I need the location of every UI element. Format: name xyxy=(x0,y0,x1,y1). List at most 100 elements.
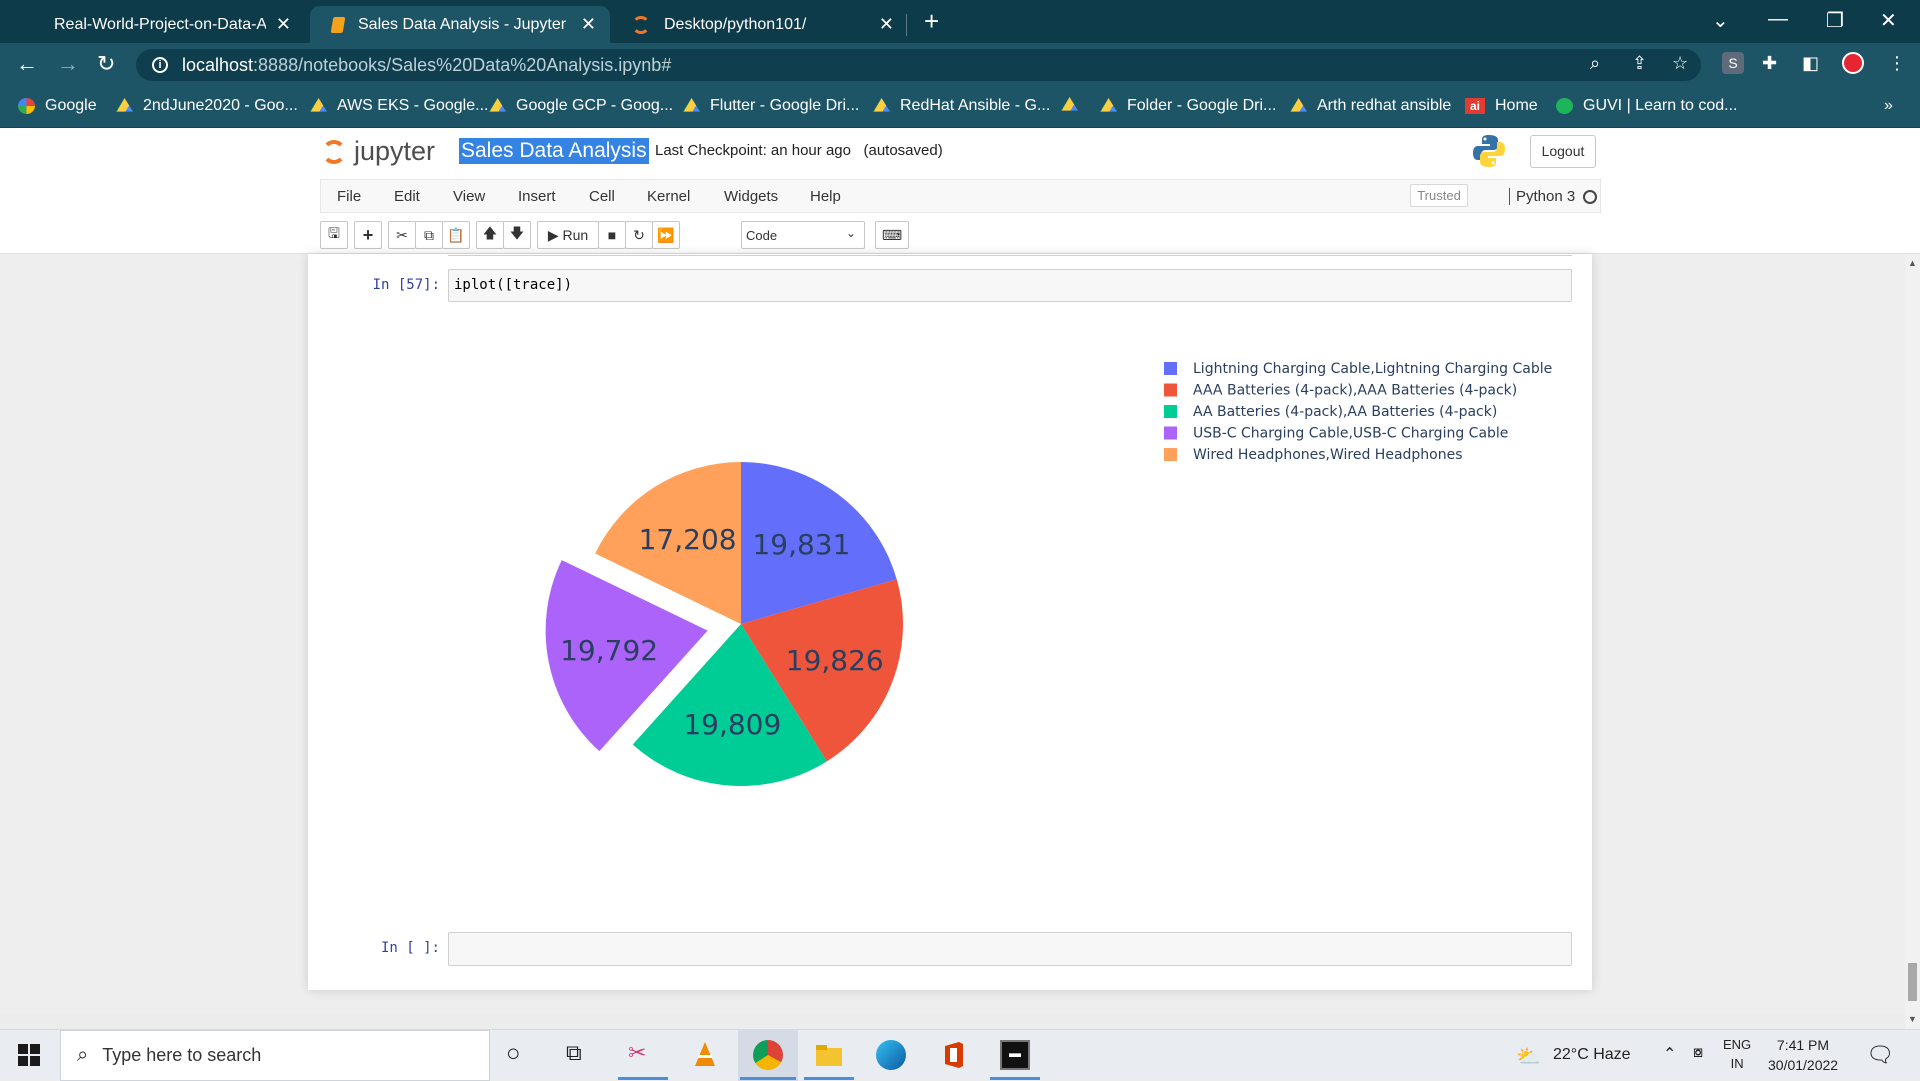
office-icon[interactable] xyxy=(939,1040,969,1070)
bookmark-arth-redhat[interactable]: Arth redhat ansible xyxy=(1290,97,1451,115)
menu-cell[interactable]: Cell xyxy=(589,188,615,205)
close-tab-icon[interactable]: ✕ xyxy=(581,14,596,35)
page-scrollbar[interactable]: ▲ ▼ xyxy=(1905,254,1920,1029)
back-icon[interactable]: ← xyxy=(16,51,38,77)
bookmark-guvi[interactable]: GUVI | Learn to cod... xyxy=(1556,97,1737,115)
share-icon[interactable]: ⇪ xyxy=(1632,53,1647,74)
legend-entry[interactable]: AAA Batteries (4-pack),AAA Batteries (4-… xyxy=(1193,383,1517,399)
weather-text[interactable]: 22°C Haze xyxy=(1553,1046,1631,1064)
zoom-icon[interactable]: ⌕ xyxy=(1590,53,1600,74)
snipping-tool-icon[interactable]: ✂ xyxy=(628,1040,658,1070)
pie-slice-label: 17,208 xyxy=(639,523,737,556)
chrome-icon[interactable] xyxy=(753,1040,783,1070)
scroll-up-icon[interactable]: ▲ xyxy=(1908,258,1917,268)
bookmark-google[interactable]: Google xyxy=(18,97,97,115)
legend-entry[interactable]: Wired Headphones,Wired Headphones xyxy=(1193,447,1463,463)
weather-icon[interactable]: ⛅ xyxy=(1516,1044,1541,1069)
bookmark-redhat-ansible[interactable]: RedHat Ansible - G... xyxy=(873,97,1050,115)
legend-entry[interactable]: USB-C Charging Cable,USB-C Charging Cabl… xyxy=(1193,426,1508,442)
interrupt-icon[interactable]: ■ xyxy=(598,221,626,249)
scroll-thumb[interactable] xyxy=(1908,963,1917,1001)
close-tab-icon[interactable]: ✕ xyxy=(276,14,291,35)
insert-cell-icon[interactable]: + xyxy=(354,221,382,249)
legend-entry[interactable]: AA Batteries (4-pack),AA Batteries (4-pa… xyxy=(1193,404,1497,420)
profile-extension-s[interactable]: S xyxy=(1722,52,1744,74)
taskbar-search[interactable]: ⌕ Type here to search xyxy=(60,1030,490,1081)
more-bookmarks-icon[interactable]: » xyxy=(1884,97,1893,115)
bookmark-folder[interactable]: Folder - Google Dri... xyxy=(1100,97,1276,115)
cell-type-select[interactable]: Code ⌄ xyxy=(741,221,865,249)
cut-icon[interactable]: ✂ xyxy=(388,221,416,249)
new-tab-button[interactable]: + xyxy=(924,6,939,37)
trusted-indicator[interactable]: Trusted xyxy=(1410,184,1468,207)
tab-desktop-python101[interactable]: Desktop/python101/ ✕ xyxy=(610,6,908,43)
edge-icon[interactable] xyxy=(876,1040,906,1070)
close-window-icon[interactable]: ✕ xyxy=(1880,8,1897,33)
vlc-icon[interactable] xyxy=(690,1040,720,1070)
notifications-icon[interactable]: 🗨 xyxy=(1866,1042,1894,1068)
save-icon[interactable]: 🖫 xyxy=(320,221,348,249)
move-down-icon[interactable]: 🡇 xyxy=(503,221,531,249)
scroll-down-icon[interactable]: ▼ xyxy=(1908,1014,1917,1024)
tab-search-icon[interactable]: ⌄ xyxy=(1712,8,1729,33)
input-language[interactable]: ENG IN xyxy=(1723,1037,1751,1071)
code-cell-input-empty[interactable] xyxy=(448,932,1572,966)
bookmark-google-gcp[interactable]: Google GCP - Goog... xyxy=(489,97,673,115)
legend-swatch[interactable] xyxy=(1164,405,1177,418)
menu-view[interactable]: View xyxy=(453,188,485,205)
site-info-icon[interactable]: i xyxy=(152,57,168,73)
restore-icon[interactable]: ❐ xyxy=(1826,8,1844,33)
notebook-name[interactable]: Sales Data Analysis xyxy=(459,138,649,164)
move-up-icon[interactable]: 🡅 xyxy=(476,221,504,249)
network-icon[interactable]: ⧇ xyxy=(1693,1044,1703,1062)
restart-icon[interactable]: ↻ xyxy=(625,221,653,249)
terminal-icon[interactable]: ▬ xyxy=(1000,1040,1030,1070)
reload-icon[interactable]: ↻ xyxy=(97,51,115,77)
tab-real-world-project[interactable]: Real-World-Project-on-Data-Ana ✕ xyxy=(0,6,305,43)
bookmark-flutter[interactable]: Flutter - Google Dri... xyxy=(683,97,859,115)
run-button[interactable]: ▶ Run xyxy=(537,221,599,249)
bookmark-aws-eks[interactable]: AWS EKS - Google... xyxy=(310,97,488,115)
menu-widgets[interactable]: Widgets xyxy=(724,188,778,205)
bookmark-home[interactable]: ai Home xyxy=(1465,97,1538,115)
legend-swatch[interactable] xyxy=(1164,383,1177,397)
task-view-icon[interactable]: ⧉ xyxy=(566,1040,596,1070)
extensions-puzzle-icon[interactable]: ✚ xyxy=(1762,53,1777,74)
clock[interactable]: 7:41 PM 30/01/2022 xyxy=(1768,1037,1838,1073)
kernel-name[interactable]: Python 3 xyxy=(1509,188,1575,205)
menu-kernel[interactable]: Kernel xyxy=(647,188,690,205)
bookmark-star-icon[interactable]: ☆ xyxy=(1672,53,1688,74)
menu-kebab-icon[interactable]: ⋮ xyxy=(1888,53,1906,74)
copy-icon[interactable]: ⧉ xyxy=(415,221,443,249)
legend-swatch[interactable] xyxy=(1164,448,1177,461)
tab-sales-data-analysis[interactable]: Sales Data Analysis - Jupyter Not ✕ xyxy=(310,6,610,43)
bookmark-drive-unnamed[interactable] xyxy=(1061,97,1088,113)
side-panel-icon[interactable]: ◧ xyxy=(1802,53,1819,74)
menu-edit[interactable]: Edit xyxy=(394,188,420,205)
clock-date: 30/01/2022 xyxy=(1768,1057,1839,1073)
address-bar[interactable]: i localhost:8888/notebooks/Sales%20Data%… xyxy=(136,49,1701,81)
python-logo-icon xyxy=(1473,135,1505,167)
forward-icon[interactable]: → xyxy=(57,51,79,77)
jupyter-logo[interactable]: jupyter xyxy=(320,136,435,167)
file-explorer-icon[interactable] xyxy=(814,1040,844,1070)
bookmark-2ndjune2020[interactable]: 2ndJune2020 - Goo... xyxy=(116,97,298,115)
menu-insert[interactable]: Insert xyxy=(518,188,556,205)
logout-button[interactable]: Logout xyxy=(1530,135,1596,168)
keyboard-shortcuts-icon[interactable]: ⌨ xyxy=(875,221,909,249)
url-path: :8888/notebooks/Sales%20Data%20Analysis.… xyxy=(253,54,672,75)
restart-run-all-icon[interactable]: ⏩ xyxy=(652,221,680,249)
legend-entry[interactable]: Lightning Charging Cable,Lightning Charg… xyxy=(1193,361,1552,377)
legend-swatch[interactable] xyxy=(1164,426,1177,440)
close-tab-icon[interactable]: ✕ xyxy=(879,14,894,35)
profile-avatar[interactable] xyxy=(1842,52,1864,74)
legend-swatch[interactable] xyxy=(1164,362,1177,375)
menu-file[interactable]: File xyxy=(337,188,361,205)
minimize-icon[interactable]: — xyxy=(1768,8,1788,31)
show-hidden-icons[interactable]: ⌃ xyxy=(1663,1044,1676,1064)
menu-help[interactable]: Help xyxy=(810,188,841,205)
tab-title: Desktop/python101/ xyxy=(664,15,807,33)
cortana-icon[interactable]: ○ xyxy=(506,1040,536,1070)
windows-start-icon[interactable] xyxy=(18,1044,40,1066)
paste-icon[interactable]: 📋 xyxy=(442,221,470,249)
